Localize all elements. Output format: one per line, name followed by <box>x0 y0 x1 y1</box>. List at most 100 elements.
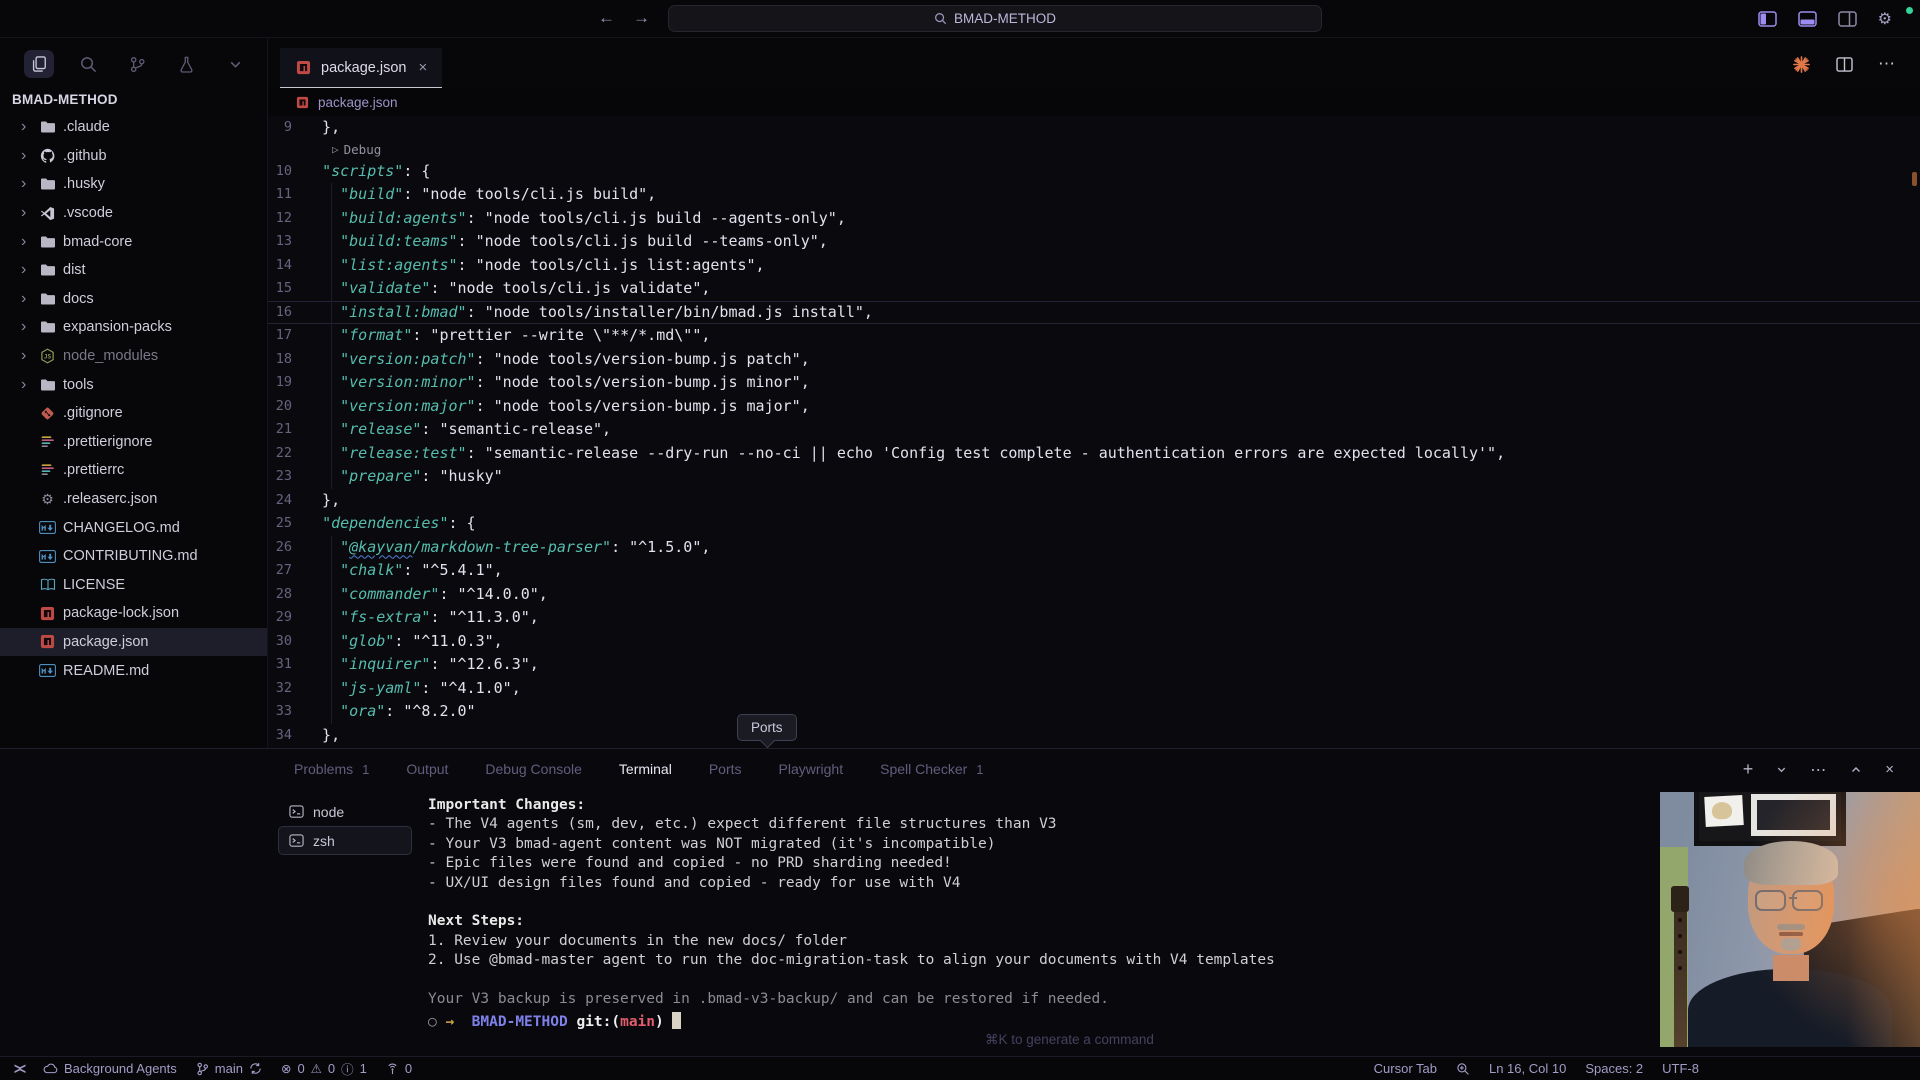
toggle-panel-right-icon[interactable] <box>1838 11 1857 27</box>
code-line-20[interactable]: 20 "version:major": "node tools/version-… <box>268 395 1920 419</box>
code-line-27[interactable]: 27 "chalk": "^5.4.1", <box>268 559 1920 583</box>
code-line-12[interactable]: 12 "build:agents": "node tools/cli.js bu… <box>268 207 1920 231</box>
tree-item-docs[interactable]: ›docs <box>0 285 267 314</box>
code-line-29[interactable]: 29 "fs-extra": "^11.3.0", <box>268 606 1920 630</box>
background-agents-button[interactable]: Background Agents <box>43 1061 177 1076</box>
panel-tab-problems[interactable]: Problems1 <box>292 757 371 781</box>
code-line-10[interactable]: 10 "scripts": { <box>268 160 1920 184</box>
panel-maximize-icon[interactable] <box>1850 764 1862 776</box>
tree-item-node-modules[interactable]: ›JSnode_modules <box>0 342 267 371</box>
code-line-28[interactable]: 28 "commander": "^14.0.0", <box>268 583 1920 607</box>
codelens-debug[interactable]: ▷Debug <box>268 140 1920 160</box>
tree-item-bmad-core[interactable]: ›bmad-core <box>0 227 267 256</box>
nav-back-button[interactable]: ← <box>598 8 615 28</box>
code-line-15[interactable]: 15 "validate": "node tools/cli.js valida… <box>268 277 1920 301</box>
cursor-position[interactable]: Ln 16, Col 10 <box>1489 1061 1566 1076</box>
git-branch-indicator[interactable]: main <box>196 1061 262 1076</box>
tree-item-prettierrc[interactable]: ›.prettierrc <box>0 456 267 485</box>
explorer-copy-icon[interactable] <box>24 50 54 78</box>
code-line-11[interactable]: 11 "build": "node tools/cli.js build", <box>268 183 1920 207</box>
broadcast-indicator[interactable]: 0 <box>386 1061 412 1076</box>
nav-forward-button[interactable]: → <box>633 8 650 28</box>
tree-item-package-lock-json[interactable]: ›package-lock.json <box>0 599 267 628</box>
tree-item-husky[interactable]: ›.husky <box>0 170 267 199</box>
code-line-25[interactable]: 25 "dependencies": { <box>268 512 1920 536</box>
code-line-19[interactable]: 19 "version:minor": "node tools/version-… <box>268 371 1920 395</box>
code-line-17[interactable]: 17 "format": "prettier --write \"**/*.md… <box>268 324 1920 348</box>
toggle-panel-left-icon[interactable] <box>1758 11 1777 27</box>
terminal-session-node[interactable]: node <box>278 797 412 826</box>
tree-item-vscode[interactable]: ›.vscode <box>0 199 267 228</box>
tree-item-package-json[interactable]: ›package.json <box>0 628 267 657</box>
tree-item-gitignore[interactable]: ›.gitignore <box>0 399 267 428</box>
more-actions-icon[interactable]: ⋯ <box>1878 54 1896 74</box>
tab-package-json[interactable]: package.json × <box>280 48 442 88</box>
code-line-14[interactable]: 14 "list:agents": "node tools/cli.js lis… <box>268 254 1920 278</box>
tree-item-releaserc-json[interactable]: ›⚙.releaserc.json <box>0 485 267 514</box>
breadcrumb[interactable]: package.json <box>268 88 398 116</box>
code-line-24[interactable]: 24 }, <box>268 489 1920 513</box>
tree-item-changelog-md[interactable]: ›CHANGELOG.md <box>0 513 267 542</box>
code-line-16[interactable]: 16 "install:bmad": "node tools/installer… <box>268 301 1920 325</box>
code-line-26[interactable]: 26 "@kayvan/markdown-tree-parser": "^1.5… <box>268 536 1920 560</box>
npm-icon <box>295 95 309 109</box>
tree-item-github[interactable]: ›.github <box>0 142 267 171</box>
tree-item-readme-md[interactable]: ›README.md <box>0 656 267 685</box>
panel-tab-spell-checker[interactable]: Spell Checker1 <box>878 757 985 781</box>
new-terminal-plus-icon[interactable]: + <box>1743 759 1754 780</box>
code-text: "fs-extra": "^11.3.0", <box>304 606 539 630</box>
code-line-34[interactable]: 34 }, <box>268 724 1920 748</box>
problems-indicator[interactable]: ⊗0 ⚠0 ⓘ1 <box>281 1059 367 1078</box>
command-center-search[interactable]: BMAD-METHOD <box>668 5 1322 32</box>
zoom-indicator[interactable] <box>1456 1062 1470 1076</box>
cursor-ai-star-icon[interactable] <box>1792 55 1811 74</box>
chevron-down-icon[interactable] <box>220 50 250 78</box>
code-line-32[interactable]: 32 "js-yaml": "^4.1.0", <box>268 677 1920 701</box>
indentation[interactable]: Spaces: 2 <box>1585 1061 1643 1076</box>
remote-indicator[interactable]: >< <box>14 1062 24 1076</box>
branch-name: main <box>215 1061 243 1076</box>
cursor-tab-status[interactable]: Cursor Tab <box>1374 1061 1437 1076</box>
panel-more-icon[interactable]: ⋯ <box>1810 760 1827 780</box>
line-number: 21 <box>268 418 304 442</box>
beaker-icon[interactable] <box>171 50 201 78</box>
play-icon: ▷ <box>332 140 339 160</box>
code-line-18[interactable]: 18 "version:patch": "node tools/version-… <box>268 348 1920 372</box>
code-line-21[interactable]: 21 "release": "semantic-release", <box>268 418 1920 442</box>
split-editor-icon[interactable] <box>1836 57 1853 72</box>
tree-item-expansion-packs[interactable]: ›expansion-packs <box>0 313 267 342</box>
panel-tab-ports[interactable]: Ports <box>707 757 744 781</box>
tree-item-prettierignore[interactable]: ›.prettierignore <box>0 428 267 457</box>
code-line-13[interactable]: 13 "build:teams": "node tools/cli.js bui… <box>268 230 1920 254</box>
code-line-33[interactable]: 33 "ora": "^8.2.0" <box>268 700 1920 724</box>
code-line-23[interactable]: 23 "prepare": "husky" <box>268 465 1920 489</box>
encoding[interactable]: UTF-8 <box>1662 1061 1699 1076</box>
project-title[interactable]: BMAD-METHOD <box>12 92 267 107</box>
panel-tab-terminal[interactable]: Terminal <box>617 757 674 781</box>
search-icon[interactable] <box>73 50 103 78</box>
tree-item-label: tools <box>63 377 94 393</box>
close-tab-icon[interactable]: × <box>418 59 427 76</box>
toggle-panel-bottom-icon[interactable] <box>1798 11 1817 27</box>
presenter-neck <box>1773 955 1809 981</box>
mustache <box>1777 924 1805 930</box>
tree-item-dist[interactable]: ›dist <box>0 256 267 285</box>
tree-item-claude[interactable]: ›.claude <box>0 113 267 142</box>
terminal-session-zsh[interactable]: zsh <box>278 826 412 855</box>
panel-tab-debug-console[interactable]: Debug Console <box>483 757 584 781</box>
settings-gear-icon[interactable]: ⚙ <box>1878 9 1892 29</box>
panel-tab-playwright[interactable]: Playwright <box>777 757 846 781</box>
tree-item-contributing-md[interactable]: ›CONTRIBUTING.md <box>0 542 267 571</box>
terminal-dropdown-chevron-icon[interactable] <box>1776 764 1787 775</box>
panel-tab-output[interactable]: Output <box>404 757 450 781</box>
code-line-30[interactable]: 30 "glob": "^11.0.3", <box>268 630 1920 654</box>
source-control-icon[interactable] <box>122 50 152 78</box>
panel-close-icon[interactable]: × <box>1885 761 1894 778</box>
code-line-22[interactable]: 22 "release:test": "semantic-release --d… <box>268 442 1920 466</box>
tree-item-label: CHANGELOG.md <box>63 520 180 536</box>
tree-item-tools[interactable]: ›tools <box>0 370 267 399</box>
tree-item-license[interactable]: ›LICENSE <box>0 571 267 600</box>
code-editor[interactable]: 9 },▷Debug10 "scripts": {11 "build": "no… <box>268 116 1920 748</box>
code-line-31[interactable]: 31 "inquirer": "^12.6.3", <box>268 653 1920 677</box>
code-line-9[interactable]: 9 }, <box>268 116 1920 140</box>
